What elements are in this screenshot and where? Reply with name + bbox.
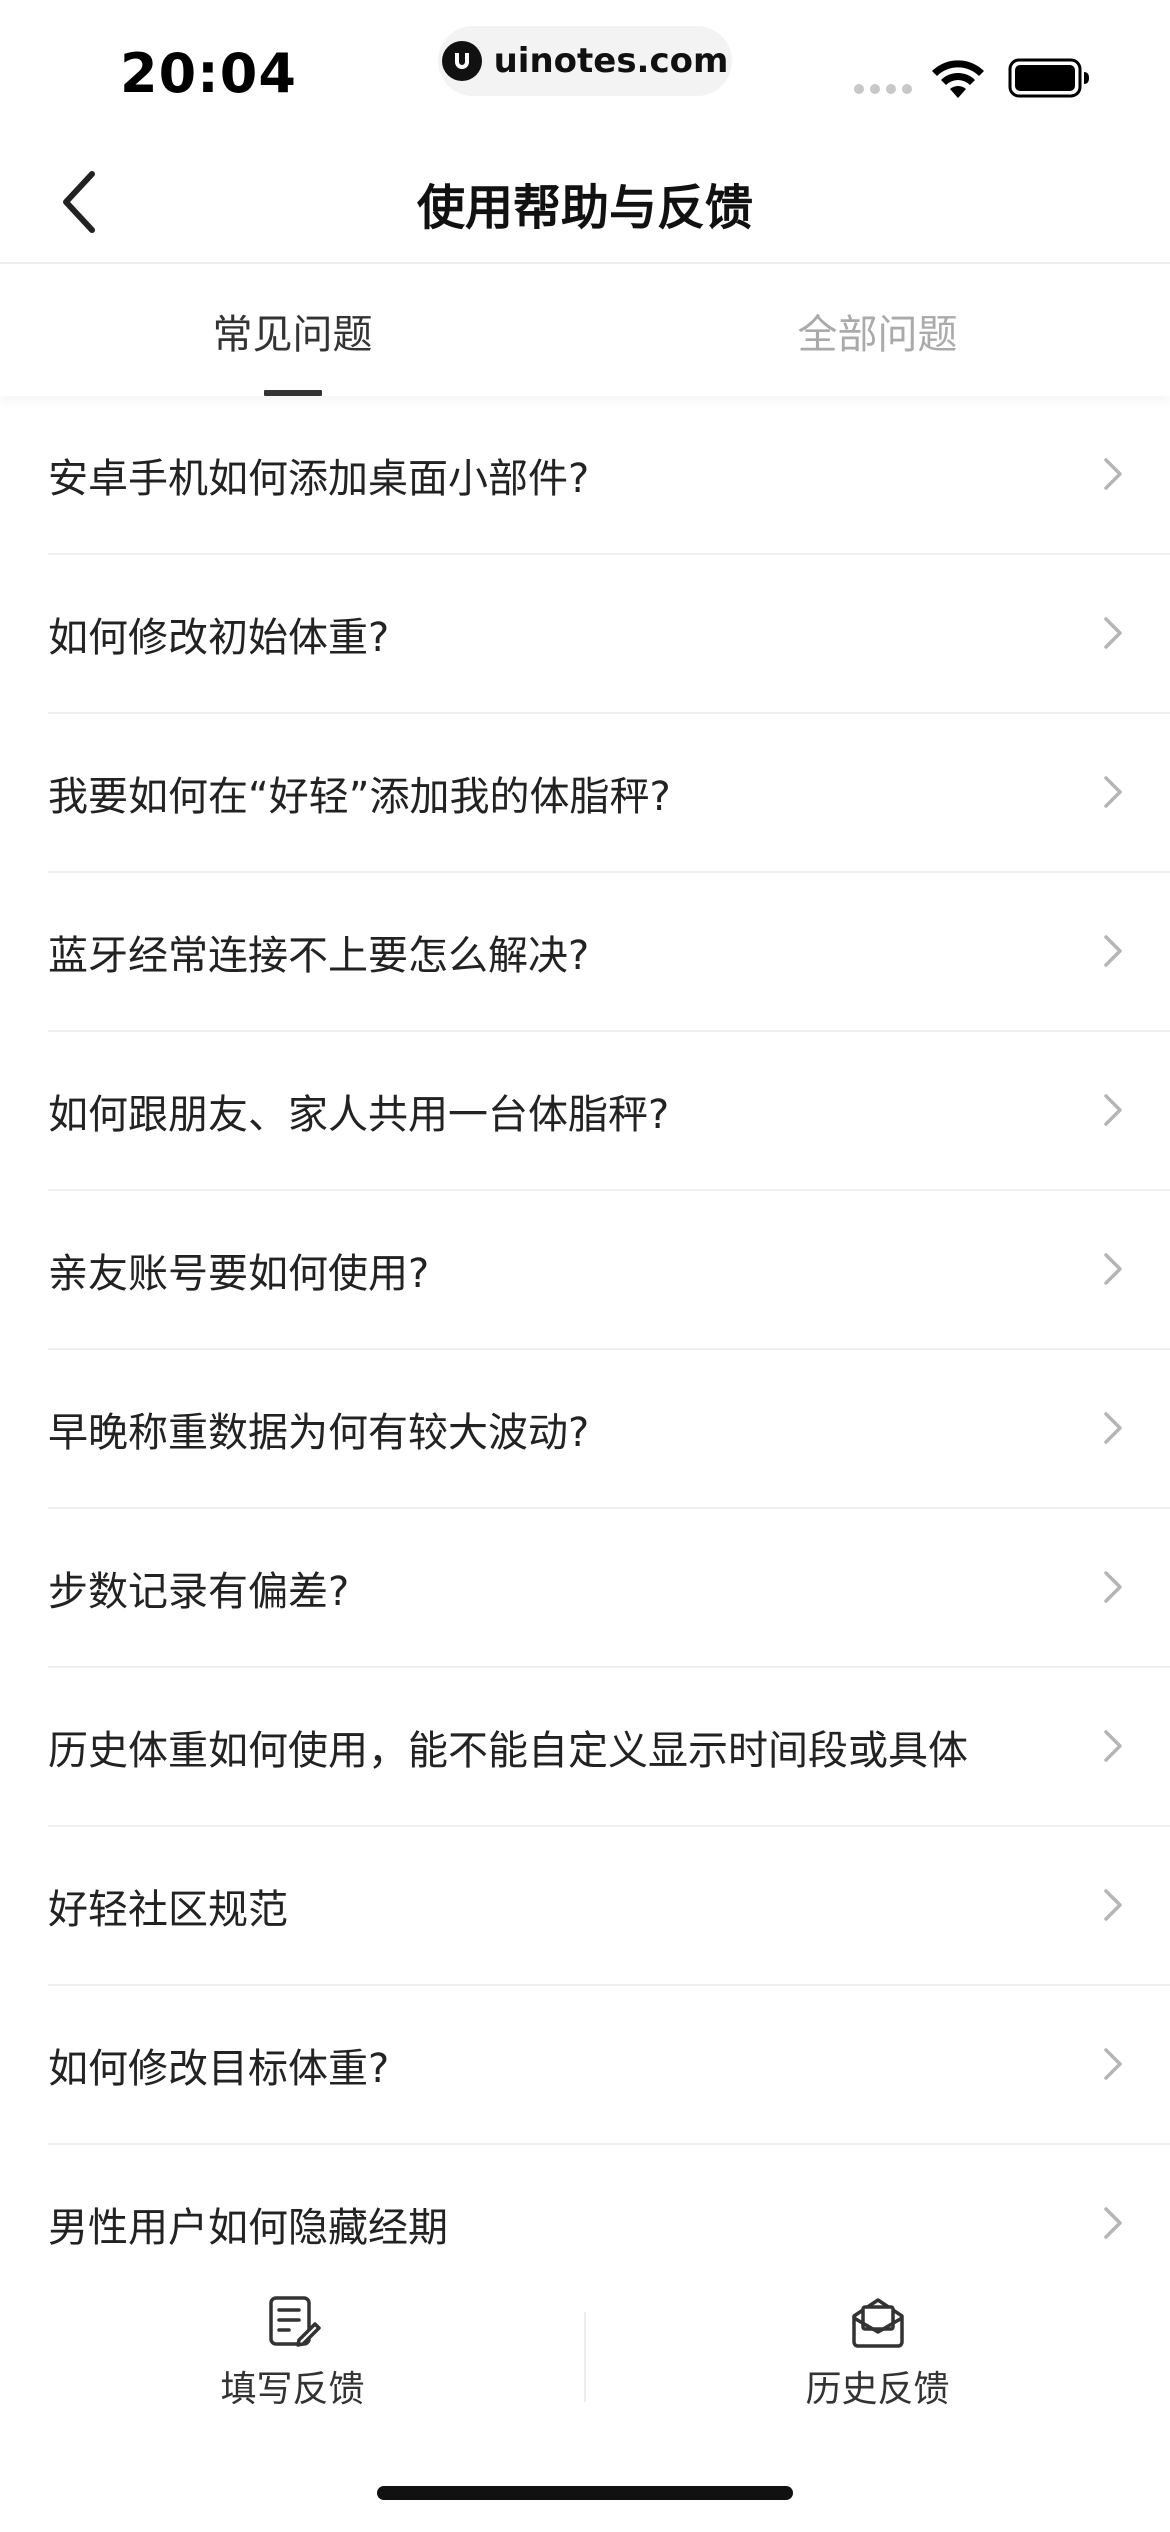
list-item[interactable]: 如何跟朋友、家人共用一台体脂秤?: [0, 1032, 1170, 1191]
tab-label: 全部问题: [797, 312, 958, 358]
url-pill[interactable]: uinotes.com: [438, 26, 732, 96]
tab-common-questions[interactable]: 常见问题: [0, 266, 585, 396]
chevron-right-icon: [1104, 1094, 1122, 1126]
faq-list: 安卓手机如何添加桌面小部件? 如何修改初始体重? 我要如何在“好轻”添加我的体脂…: [0, 396, 1170, 2304]
list-item[interactable]: 亲友账号要如何使用?: [0, 1191, 1170, 1350]
chevron-right-icon: [1104, 458, 1122, 490]
chevron-right-icon: [1104, 935, 1122, 967]
faq-question: 早晚称重数据为何有较大波动?: [48, 1410, 590, 1456]
faq-question: 如何修改目标体重?: [48, 2046, 390, 2092]
faq-question: 步数记录有偏差?: [48, 1569, 350, 1615]
page-title: 使用帮助与反馈: [416, 180, 753, 236]
chevron-right-icon: [1104, 776, 1122, 808]
list-item[interactable]: 如何修改目标体重?: [0, 1986, 1170, 2145]
chevron-right-icon: [1104, 1730, 1122, 1762]
status-bar: 20:04 uinotes.com: [0, 0, 1170, 140]
tab-all-questions[interactable]: 全部问题: [585, 266, 1170, 396]
list-item[interactable]: 步数记录有偏差?: [0, 1509, 1170, 1668]
edit-note-icon: [268, 2296, 321, 2347]
faq-question: 好轻社区规范: [48, 1887, 288, 1933]
chevron-right-icon: [1104, 2048, 1122, 2080]
chevron-right-icon: [1104, 1889, 1122, 1921]
faq-question: 男性用户如何隐藏经期: [48, 2205, 448, 2251]
chevron-right-icon: [1104, 2207, 1122, 2239]
url-text: uinotes.com: [493, 41, 729, 81]
nav-bar: 使用帮助与反馈: [0, 140, 1170, 264]
wifi-icon: [932, 60, 984, 98]
list-item[interactable]: 历史体重如何使用，能不能自定义显示时间段或具体: [0, 1668, 1170, 1827]
faq-question: 历史体重如何使用，能不能自定义显示时间段或具体: [48, 1728, 968, 1774]
faq-question: 如何修改初始体重?: [48, 615, 390, 661]
list-item[interactable]: 如何修改初始体重?: [0, 555, 1170, 714]
status-time: 20:04: [120, 42, 297, 105]
write-feedback-label: 填写反馈: [220, 2369, 365, 2410]
screen: 20:04 uinotes.com 使用帮助与反馈 常见问题 全部问题 安卓手机…: [0, 0, 1170, 2532]
tab-bar: 常见问题 全部问题: [0, 266, 1170, 396]
write-feedback-button[interactable]: 填写反馈: [0, 2294, 585, 2444]
envelope-icon: [851, 2298, 904, 2348]
history-feedback-label: 历史反馈: [805, 2369, 950, 2410]
chevron-right-icon: [1104, 1412, 1122, 1444]
list-item[interactable]: 好轻社区规范: [0, 1827, 1170, 1986]
site-logo-icon: [441, 41, 482, 81]
signal-dots-icon: [854, 84, 912, 94]
tab-label: 常见问题: [212, 312, 373, 358]
list-item[interactable]: 我要如何在“好轻”添加我的体脂秤?: [0, 714, 1170, 873]
history-feedback-button[interactable]: 历史反馈: [585, 2294, 1170, 2444]
home-indicator: [377, 2486, 793, 2500]
tab-active-indicator: [264, 390, 322, 396]
faq-question: 蓝牙经常连接不上要怎么解决?: [48, 933, 590, 979]
chevron-right-icon: [1104, 1571, 1122, 1603]
chevron-right-icon: [1104, 1253, 1122, 1285]
chevron-right-icon: [1104, 617, 1122, 649]
faq-question: 亲友账号要如何使用?: [48, 1251, 430, 1297]
battery-icon: [1008, 58, 1089, 98]
faq-question: 安卓手机如何添加桌面小部件?: [48, 456, 590, 502]
faq-question: 我要如何在“好轻”添加我的体脂秤?: [48, 774, 671, 820]
list-item[interactable]: 早晚称重数据为何有较大波动?: [0, 1350, 1170, 1509]
list-item[interactable]: 蓝牙经常连接不上要怎么解决?: [0, 873, 1170, 1032]
list-item[interactable]: 安卓手机如何添加桌面小部件?: [0, 396, 1170, 555]
faq-question: 如何跟朋友、家人共用一台体脂秤?: [48, 1092, 670, 1138]
